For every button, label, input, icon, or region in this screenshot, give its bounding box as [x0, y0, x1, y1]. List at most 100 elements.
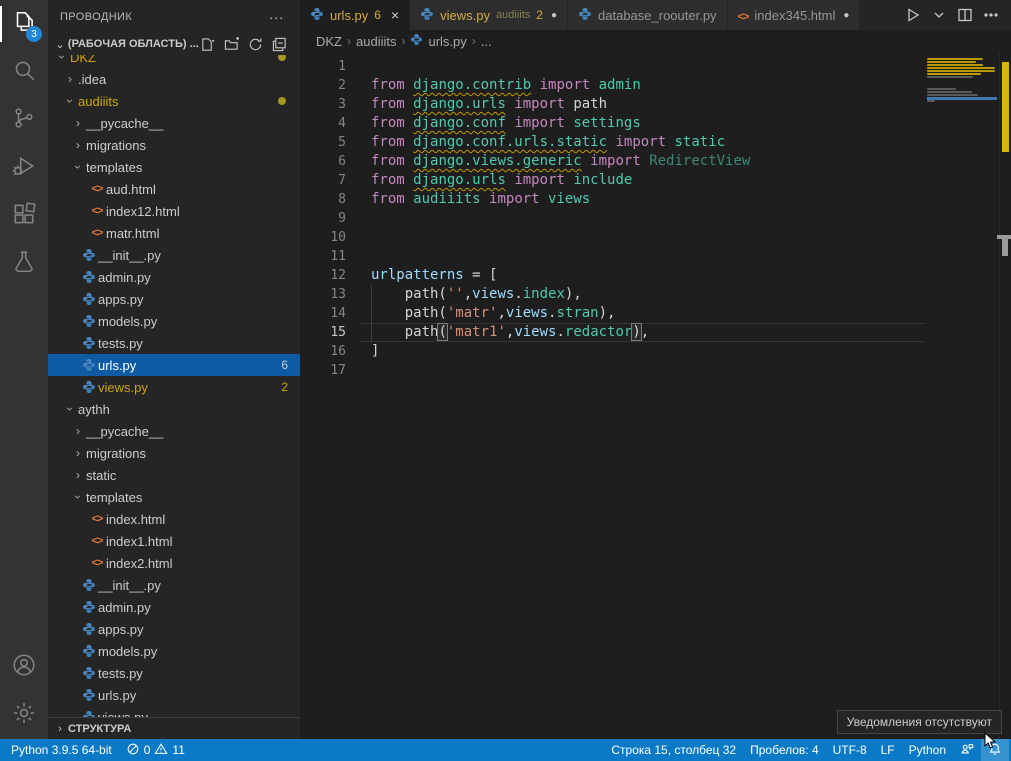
tree-item-views.py[interactable]: views.py2 — [48, 376, 300, 398]
python-file-icon — [310, 7, 324, 24]
activity-bar-explorer[interactable]: 3 — [0, 0, 48, 48]
tree-item-templates[interactable]: ›templates — [48, 156, 300, 178]
tree-item-label: index2.html — [106, 556, 172, 571]
status-eol[interactable]: LF — [874, 739, 902, 761]
tree-item-index2.html[interactable]: <>index2.html — [48, 552, 300, 574]
breadcrumb-item[interactable]: urls.py — [428, 34, 466, 49]
tab-views.py[interactable]: views.pyaudiiits2● — [410, 0, 568, 30]
tree-item-__init__.py[interactable]: __init__.py — [48, 574, 300, 596]
html-file-icon: <> — [88, 513, 106, 525]
breadcrumb-item[interactable]: DKZ — [316, 34, 342, 49]
new-file-icon[interactable] — [198, 35, 216, 53]
chevron-right-icon: › — [70, 468, 86, 482]
tree-item-label: __init__.py — [98, 248, 161, 263]
status-indentation[interactable]: Пробелов: 4 — [743, 739, 826, 761]
tree-item-label: static — [86, 468, 116, 483]
more-actions-button[interactable] — [983, 7, 999, 23]
workspace-section-header[interactable]: ⌄ (РАБОЧАЯ ОБЛАСТЬ) ... — [48, 33, 300, 55]
tree-item-__init__.py[interactable]: __init__.py — [48, 244, 300, 266]
chevron-right-icon: › — [70, 116, 86, 130]
breadcrumb[interactable]: DKZ›audiiits›urls.py›... — [300, 30, 1011, 52]
activity-bar-testing[interactable] — [0, 240, 48, 288]
source-control-icon — [11, 105, 37, 136]
python-file-icon — [410, 33, 423, 49]
tree-item-static[interactable]: ›static — [48, 464, 300, 486]
tree-item-admin.py[interactable]: admin.py — [48, 266, 300, 288]
outline-section-header[interactable]: › СТРУКТУРА — [48, 717, 300, 739]
tree-item-label: audiiits — [78, 94, 118, 109]
tree-item-label: apps.py — [98, 292, 144, 307]
line-number: 2 — [300, 76, 346, 95]
status-python-interpreter[interactable]: Python 3.9.5 64-bit — [4, 739, 119, 761]
code-line-17 — [371, 361, 925, 380]
activity-bar-search[interactable] — [0, 48, 48, 96]
tree-item-aud.html[interactable]: <>aud.html — [48, 178, 300, 200]
python-file-icon — [80, 270, 98, 284]
new-folder-icon[interactable] — [222, 35, 240, 53]
python-file-icon — [80, 644, 98, 658]
status-label: Пробелов: 4 — [750, 743, 819, 757]
tree-item-matr.html[interactable]: <>matr.html — [48, 222, 300, 244]
close-icon[interactable]: × — [391, 7, 399, 23]
tree-item-label: index1.html — [106, 534, 172, 549]
chevron-right-icon: › — [70, 446, 86, 460]
tree-item-__pycache__[interactable]: ›__pycache__ — [48, 420, 300, 442]
tree-item-label: views.py — [98, 380, 148, 395]
status-feedback[interactable] — [953, 739, 981, 761]
tree-item-apps.py[interactable]: apps.py — [48, 288, 300, 310]
line-number: 7 — [300, 171, 346, 190]
tab-urls.py[interactable]: urls.py6× — [300, 0, 410, 30]
minimap[interactable] — [927, 55, 997, 106]
refresh-icon[interactable] — [246, 35, 264, 53]
tree-item-label: matr.html — [106, 226, 159, 241]
status-problems[interactable]: 011 — [119, 739, 192, 761]
tree-item-models.py[interactable]: models.py — [48, 640, 300, 662]
run-dropdown[interactable] — [931, 7, 947, 23]
extensions-icon — [11, 201, 37, 232]
status-language-mode[interactable]: Python — [902, 739, 953, 761]
status-cursor-position[interactable]: Строка 15, столбец 32 — [604, 739, 743, 761]
warning-count: 11 — [172, 743, 184, 757]
sidebar-more-actions[interactable]: ··· — [265, 9, 288, 25]
tree-item-admin.py[interactable]: admin.py — [48, 596, 300, 618]
collapse-all-icon[interactable] — [270, 35, 288, 53]
breadcrumb-item[interactable]: ... — [481, 34, 492, 49]
status-encoding[interactable]: UTF-8 — [826, 739, 874, 761]
tree-item-migrations[interactable]: ›migrations — [48, 134, 300, 156]
html-file-icon: <> — [88, 183, 106, 195]
sidebar-title: ПРОВОДНИК — [60, 11, 132, 23]
tree-item-models.py[interactable]: models.py — [48, 310, 300, 332]
breadcrumb-item[interactable]: audiiits — [356, 34, 396, 49]
notifications-tooltip: Уведомления отсутствуют — [837, 710, 1002, 734]
tree-item-urls.py[interactable]: urls.py6 — [48, 354, 300, 376]
tree-item-tests.py[interactable]: tests.py — [48, 332, 300, 354]
tree-item-migrations[interactable]: ›migrations — [48, 442, 300, 464]
tree-item-audiiits[interactable]: ›audiiits — [48, 90, 300, 112]
overview-ruler — [999, 52, 1011, 739]
tree-item-index12.html[interactable]: <>index12.html — [48, 200, 300, 222]
tree-item-templates[interactable]: ›templates — [48, 486, 300, 508]
tree-item-aythh[interactable]: ›aythh — [48, 398, 300, 420]
tree-item-label: urls.py — [98, 688, 136, 703]
tree-item-index.html[interactable]: <>index.html — [48, 508, 300, 530]
activity-bar-extensions[interactable] — [0, 192, 48, 240]
run-button[interactable] — [905, 7, 921, 23]
activity-bar-settings[interactable] — [0, 691, 48, 739]
code-editor[interactable]: 1234567891011121314151617 from django.co… — [300, 52, 1011, 739]
activity-bar-run-debug[interactable] — [0, 144, 48, 192]
split-editor-button[interactable] — [957, 7, 973, 23]
tab-index345.html[interactable]: <>index345.html● — [728, 0, 861, 30]
activity-bar-account[interactable] — [0, 643, 48, 691]
activity-bar-source-control[interactable] — [0, 96, 48, 144]
tab-database_roouter.py[interactable]: database_roouter.py — [568, 0, 728, 30]
tree-item-apps.py[interactable]: apps.py — [48, 618, 300, 640]
tree-item-tests.py[interactable]: tests.py — [48, 662, 300, 684]
dirty-indicator[interactable]: ● — [551, 10, 557, 21]
tree-item-urls.py[interactable]: urls.py — [48, 684, 300, 706]
dirty-indicator[interactable]: ● — [843, 10, 849, 21]
tree-item-.idea[interactable]: ›.idea — [48, 68, 300, 90]
warning-icon — [154, 742, 168, 759]
tree-item-index1.html[interactable]: <>index1.html — [48, 530, 300, 552]
code-line-3: from django.urls import path — [371, 95, 925, 114]
tree-item-__pycache__[interactable]: ›__pycache__ — [48, 112, 300, 134]
